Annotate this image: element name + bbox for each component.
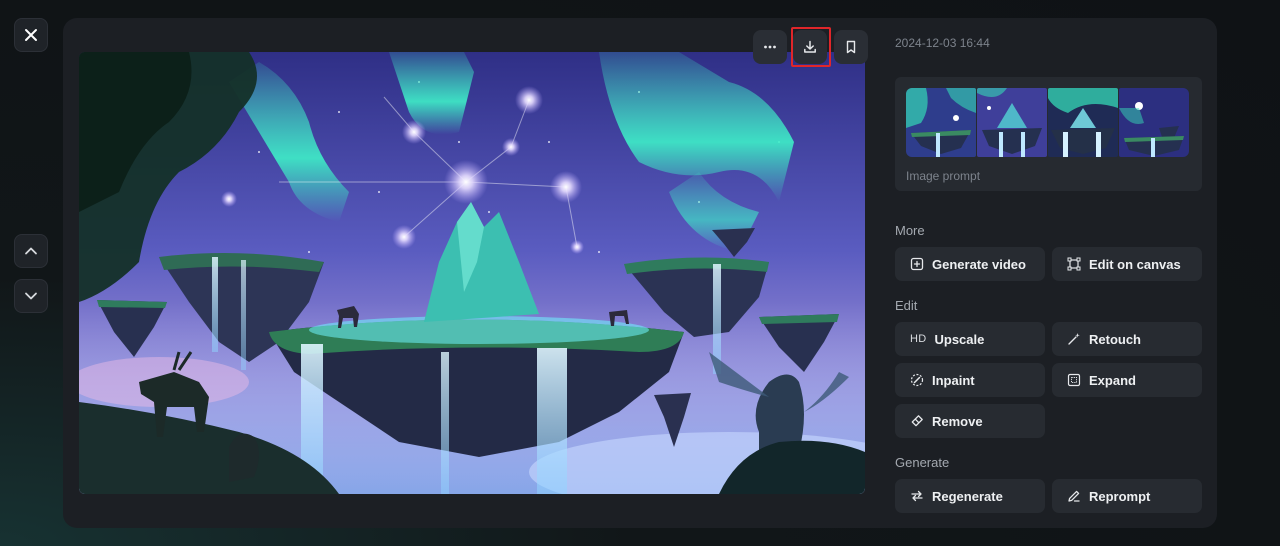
section-generate-title: Generate — [895, 455, 950, 470]
prompt-thumbnail-3[interactable] — [1048, 88, 1118, 157]
next-button[interactable] — [14, 279, 48, 313]
section-more-title: More — [895, 223, 925, 238]
section-edit-title: Edit — [895, 298, 918, 313]
image-prompt-card: Image prompt — [895, 77, 1202, 191]
pencil-icon — [1067, 489, 1081, 503]
magic-wand-icon — [1067, 332, 1081, 346]
reprompt-button[interactable]: Reprompt — [1052, 479, 1202, 513]
bookmark-button[interactable] — [834, 30, 868, 64]
chevron-up-icon — [25, 247, 37, 255]
more-horizontal-icon — [764, 45, 776, 49]
video-plus-icon — [910, 257, 924, 271]
more-options-button[interactable] — [753, 30, 787, 64]
inpaint-brush-icon — [910, 373, 924, 387]
timestamp: 2024-12-03 16:44 — [895, 36, 990, 50]
generated-image[interactable] — [79, 52, 865, 494]
upscale-button[interactable]: HD Upscale — [895, 322, 1045, 356]
retouch-label: Retouch — [1089, 331, 1141, 347]
generate-video-label: Generate video — [932, 256, 1026, 272]
canvas-frame-icon — [1067, 257, 1081, 271]
regenerate-arrows-icon — [910, 489, 924, 503]
reprompt-label: Reprompt — [1089, 488, 1151, 504]
download-button[interactable] — [793, 30, 827, 64]
prompt-thumbnail-1[interactable] — [906, 88, 976, 157]
upscale-label: Upscale — [934, 331, 985, 347]
image-prompt-label: Image prompt — [906, 169, 981, 183]
previous-button[interactable] — [14, 234, 48, 268]
bookmark-icon — [846, 40, 856, 54]
expand-label: Expand — [1089, 372, 1136, 388]
inpaint-label: Inpaint — [932, 372, 975, 388]
prompt-thumbnail-2[interactable] — [977, 88, 1047, 157]
remove-button[interactable]: Remove — [895, 404, 1045, 438]
prompt-thumbnail-4[interactable] — [1119, 88, 1189, 157]
close-icon — [25, 29, 37, 41]
expand-button[interactable]: Expand — [1052, 363, 1202, 397]
download-icon — [804, 40, 816, 53]
close-button[interactable] — [14, 18, 48, 52]
hd-icon: HD — [910, 333, 927, 345]
edit-on-canvas-button[interactable]: Edit on canvas — [1052, 247, 1202, 281]
retouch-button[interactable]: Retouch — [1052, 322, 1202, 356]
inpaint-button[interactable]: Inpaint — [895, 363, 1045, 397]
eraser-icon — [910, 414, 924, 428]
expand-frame-icon — [1067, 373, 1081, 387]
remove-label: Remove — [932, 413, 983, 429]
chevron-down-icon — [25, 292, 37, 300]
regenerate-button[interactable]: Regenerate — [895, 479, 1045, 513]
regenerate-label: Regenerate — [932, 488, 1003, 504]
edit-on-canvas-label: Edit on canvas — [1089, 256, 1181, 272]
generate-video-button[interactable]: Generate video — [895, 247, 1045, 281]
